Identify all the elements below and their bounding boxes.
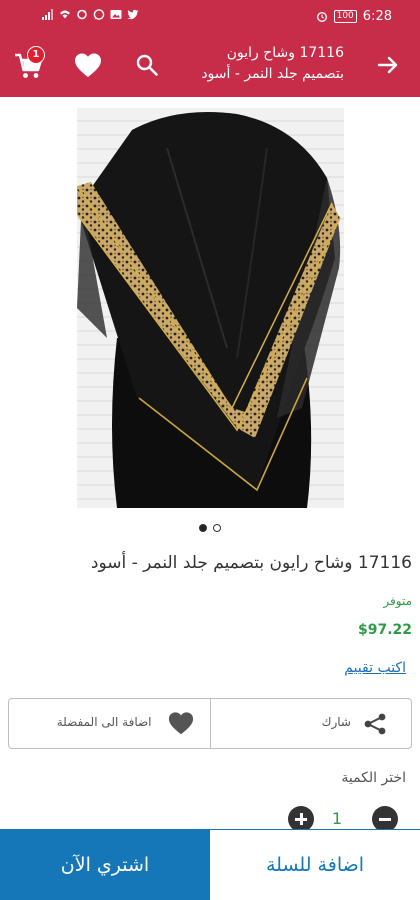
add-to-favorites-label: اضافة الى المفضلة: [56, 715, 152, 729]
add-to-favorites-button[interactable]: اضافة الى المفضلة: [9, 699, 210, 748]
page-title-line2: بتصميم جلد النمر - أسود: [201, 66, 344, 82]
product-title: 17116 وشاح رايون بتصميم جلد النمر - أسود: [90, 553, 412, 573]
photo-icon: [110, 10, 122, 19]
battery-indicator: 100: [333, 10, 357, 23]
quantity-label: اختر الكمية: [341, 770, 406, 786]
buy-now-button[interactable]: اشتري الآن: [0, 829, 210, 900]
availability-label: متوفر: [383, 594, 412, 608]
clock: 6:28: [362, 9, 392, 24]
action-box: اضافة الى المفضلة شارك: [8, 698, 412, 749]
wifi-icon: [60, 10, 70, 19]
status-notifications: [42, 9, 139, 20]
page-title-line1: 17116 وشاح رايون: [226, 45, 344, 61]
product-image[interactable]: [77, 108, 344, 508]
product-price: $97.22: [357, 622, 412, 638]
share-label: شارك: [321, 715, 351, 729]
heart-icon: [168, 712, 193, 735]
write-review-link[interactable]: اكتب تقييم: [344, 660, 406, 676]
status-system: 100 6:28: [316, 9, 392, 24]
share-icon: [364, 713, 386, 735]
whatsapp-icon: [93, 9, 105, 20]
app-bar: 1 17116 وشاح رايون بتصميم جلد النمر - أس…: [0, 34, 420, 97]
share-button[interactable]: شارك: [209, 699, 412, 748]
gallery-dot-1[interactable]: [199, 524, 207, 532]
quantity-value: 1: [331, 809, 342, 828]
signal-icon: [42, 9, 53, 20]
cart-count-badge: 1: [27, 46, 45, 64]
scarf-photo: [77, 108, 344, 508]
gallery-pagination: [0, 524, 420, 532]
alarm-icon: [316, 12, 327, 22]
heart-icon[interactable]: [74, 52, 102, 80]
add-to-cart-button[interactable]: اضافة للسلة: [210, 829, 420, 900]
search-icon[interactable]: [135, 53, 159, 77]
bottom-action-bar: اشتري الآن اضافة للسلة: [0, 829, 420, 900]
back-arrow-icon[interactable]: [376, 53, 400, 77]
status-bar: 100 6:28: [0, 0, 420, 34]
battery-level: 100: [336, 11, 354, 21]
sync-icon: [77, 9, 87, 20]
page-title: 17116 وشاح رايون بتصميم جلد النمر - أسود: [164, 43, 344, 85]
twitter-icon: [127, 9, 139, 20]
gallery-dot-2[interactable]: [213, 524, 221, 532]
